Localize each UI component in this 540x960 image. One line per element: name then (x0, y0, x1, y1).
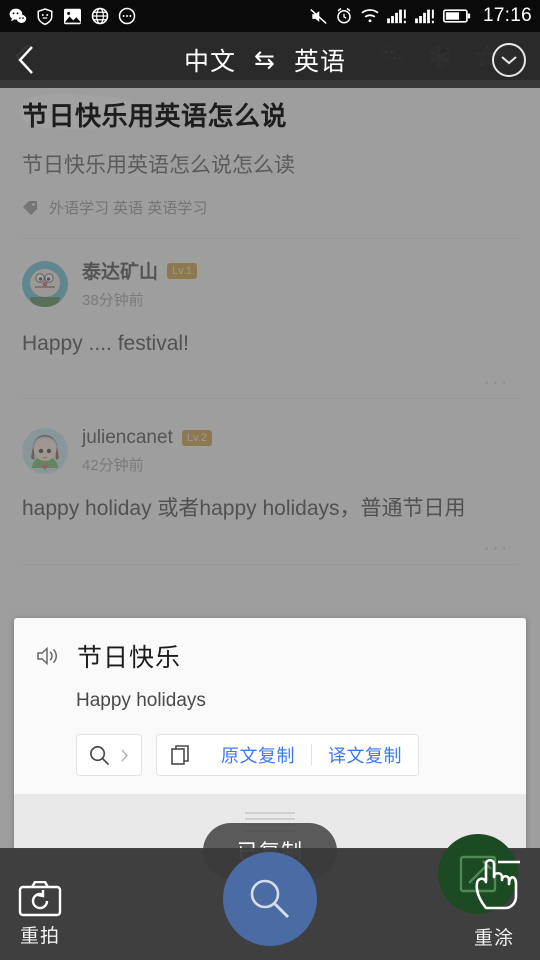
signal-1-icon (387, 9, 406, 24)
tag-icon (23, 200, 37, 215)
source-language-label[interactable]: 中文 (184, 42, 236, 78)
retake-label: 重拍 (19, 926, 60, 947)
source-row: 节日快乐 (36, 638, 504, 674)
post-time: 42分钟前 (82, 457, 144, 475)
back-chevron-icon[interactable] (14, 44, 38, 76)
search-icon (90, 745, 110, 765)
post-name-row: 泰达矿山 Lv.1 (82, 257, 197, 284)
wechat-icon (9, 8, 27, 23)
globe-icon (91, 7, 109, 25)
alarm-icon (337, 7, 351, 24)
post-body: happy holiday 或者happy holidays，普通节日用 (22, 497, 466, 521)
search-icon (250, 879, 290, 919)
level-badge: Lv.1 (167, 262, 197, 279)
post-header: juliencanet Lv.2 42分钟前 (22, 427, 518, 475)
search-fab[interactable] (223, 852, 317, 946)
post-item: 泰达矿山 Lv.1 38分钟前 Happy .... festival! ··· (0, 239, 540, 410)
avatar[interactable] (22, 260, 68, 307)
post-header: 泰达矿山 Lv.1 38分钟前 (22, 257, 518, 310)
post-username: juliencanet (82, 427, 173, 449)
hand-cursor-icon (475, 858, 520, 910)
retake-button[interactable]: 重拍 (18, 881, 62, 948)
language-pair[interactable]: 中文 ⇆ 英语 (38, 42, 492, 78)
status-bar-right-icons: 17:16 (309, 5, 532, 27)
mute-icon (310, 8, 327, 24)
level-badge: Lv.2 (181, 430, 212, 447)
article-body: 节日快乐用英语怎么说 节日快乐用英语怎么说怎么读 外语学习 英语 英语学习 (0, 80, 540, 239)
image-icon (64, 8, 81, 24)
copy-icon (157, 744, 205, 766)
article-subtitle: 节日快乐用英语怎么说怎么读 (22, 154, 295, 177)
chevron-right-icon (121, 748, 129, 762)
bottom-bar: 重拍 重涂 (0, 834, 540, 960)
post-meta: 泰达矿山 Lv.1 38分钟前 (82, 257, 197, 310)
card-action-row: 原文复制 译文复制 (36, 734, 504, 776)
shield-icon (37, 7, 53, 25)
post-name-row: juliencanet Lv.2 (82, 427, 212, 449)
camera-retake-icon (18, 881, 62, 917)
signal-2-icon (415, 9, 434, 24)
post-item: juliencanet Lv.2 42分钟前 happy holiday 或者h… (0, 409, 540, 575)
status-bar-left-icons (8, 7, 136, 26)
card-content: 节日快乐 Happy holidays 原文复制 译文复制 (14, 618, 526, 794)
repaint-label: 重涂 (473, 928, 514, 949)
translate-header: 中文 ⇆ 英语 (0, 32, 540, 88)
chevron-down-icon[interactable] (492, 43, 526, 77)
target-language-label[interactable]: 英语 (294, 42, 346, 78)
copy-translation-button[interactable]: 译文复制 (312, 735, 418, 775)
divider (22, 398, 518, 400)
divider (22, 563, 518, 565)
article-tags-text: 外语学习 英语 英语学习 (49, 200, 208, 217)
search-button[interactable] (76, 734, 142, 776)
post-body: Happy .... festival! (22, 332, 189, 355)
speaker-icon[interactable] (36, 645, 60, 667)
article-title: 节日快乐用英语怎么说 (22, 101, 288, 131)
wifi-icon (361, 9, 379, 23)
more-circle-icon (118, 7, 136, 25)
swap-languages-icon[interactable]: ⇆ (254, 45, 276, 75)
source-text: 节日快乐 (77, 644, 182, 672)
status-bar-overlay: 17:16 (0, 0, 540, 32)
battery-icon (442, 9, 471, 23)
copy-group: 原文复制 译文复制 (156, 734, 419, 776)
post-meta: juliencanet Lv.2 42分钟前 (82, 427, 212, 475)
copy-source-button[interactable]: 原文复制 (205, 735, 311, 775)
post-more-button[interactable]: ··· (22, 358, 518, 392)
translated-text: Happy holidays (76, 690, 206, 711)
post-time: 38分钟前 (82, 292, 144, 309)
translation-result-card: 节日快乐 Happy holidays 原文复制 译文复制 (14, 618, 526, 850)
post-username: 泰达矿山 (82, 262, 159, 283)
article-tags: 外语学习 英语 英语学习 (22, 197, 518, 218)
avatar[interactable] (22, 428, 68, 475)
post-more-button[interactable]: ··· (22, 524, 518, 558)
status-bar-clock: 17:16 (482, 5, 532, 26)
phone-screen: 17:16 节日快乐用英语怎么说 节日快乐用英语怎么说怎么读 外语学习 英语 英… (0, 0, 540, 960)
